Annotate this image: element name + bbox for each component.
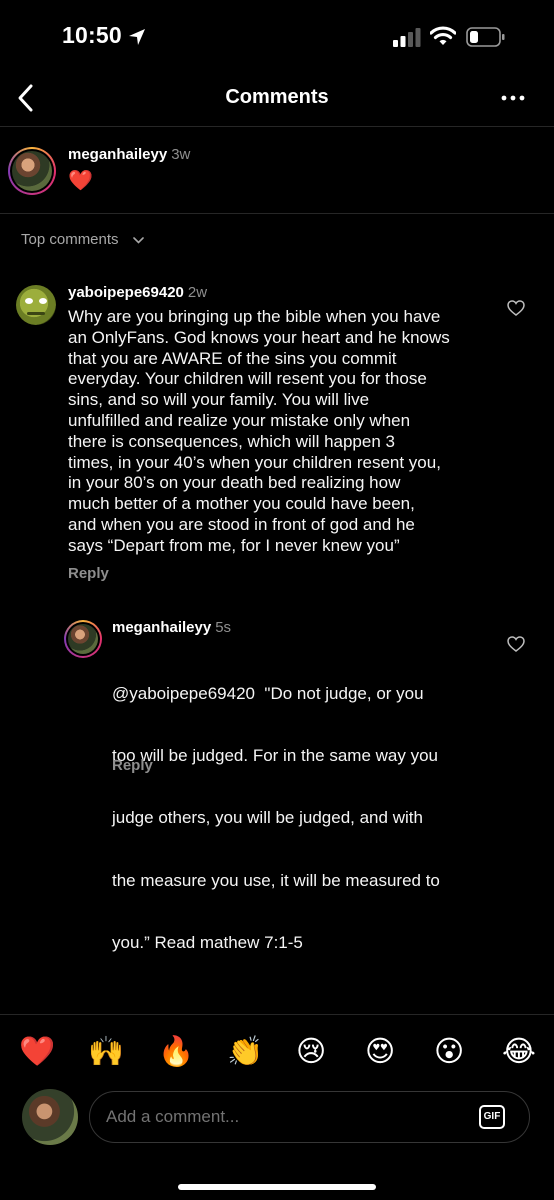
user-avatar[interactable] [22,1089,78,1145]
gif-button[interactable]: GIF [479,1105,505,1129]
cellular-signal-icon [393,28,421,47]
reaction-laughing[interactable]: 😂 [502,1033,536,1069]
wifi-icon [430,26,456,45]
reply-line: you.” Read mathew 7:1-5 [112,933,303,953]
caption-avatar[interactable] [8,147,56,195]
comment-line: times, in your 40’s when your children r… [68,452,441,472]
reaction-surprised[interactable]: 😮 [434,1033,464,1069]
header-divider [0,126,554,127]
page-title: Comments [225,86,329,108]
comment-line: an OnlyFans. God knows your heart and he… [68,327,450,347]
sort-dropdown[interactable]: Top comments [21,231,144,248]
reply-line: judge others, you will be judged, and wi… [112,808,423,828]
comment-line: there is consequences, which will happen… [68,431,395,451]
reaction-fire[interactable]: 🔥 [158,1033,194,1069]
caption-header: meganhaileyy 3w [68,146,190,164]
comment-line: sins, and so will your family. You will … [68,390,370,410]
reaction-heart[interactable]: ❤️ [19,1033,55,1069]
chevron-down-icon [132,236,144,244]
sort-label: Top comments [21,231,119,248]
caption-divider [0,213,554,214]
battery-icon [466,27,505,47]
status-time: 10:50 [62,22,122,48]
reply-username[interactable]: meganhaileyy [112,619,211,636]
comment-line: Why are you bringing up the bible when y… [68,307,441,326]
reply-avatar[interactable] [64,620,102,658]
comment-line: much better of a mother you could have b… [68,494,415,514]
comment-username[interactable]: yaboipepe69420 [68,284,184,301]
reply-header: meganhaileyy 5s [112,619,231,637]
reply-button[interactable]: Reply [68,565,109,582]
comment-line: unfulfilled and realize your mistake onl… [68,410,411,430]
comment-input-placeholder: Add a comment... [106,1107,240,1126]
comment-text: Why are you bringing up the bible when y… [68,307,498,557]
comment-input[interactable]: Add a comment... GIF [89,1091,530,1143]
reaction-heart-eyes[interactable]: 😍 [365,1033,395,1069]
reply-to-reply-button[interactable]: Reply [112,757,153,774]
reaction-raised-hands[interactable]: 🙌 [88,1033,124,1069]
reaction-crying[interactable]: 😢 [296,1033,326,1069]
reply-line: @yaboipepe69420 "Do not judge, or you [112,683,424,703]
reply-time: 5s [215,619,232,636]
emoji-reaction-bar: ❤️ 🙌 🔥 👏 😢 😍 😮 😂 [0,1033,554,1069]
caption-text: ❤️ [68,168,93,192]
reply-like-heart-icon[interactable] [507,636,525,652]
comment-header: yaboipepe69420 2w [68,284,207,302]
location-arrow-icon [129,29,145,45]
more-options-icon[interactable] [498,90,528,106]
reply-line: the measure you use, it will be measured… [112,870,440,890]
like-heart-icon[interactable] [507,300,525,316]
comment-time: 2w [187,284,208,301]
reply-text: @yaboipepe69420 "Do not judge, or you to… [112,642,502,975]
comment-line: that you are AWARE of the sins you commi… [68,348,397,368]
caption-username[interactable]: meganhaileyy [68,146,167,163]
reaction-clapping[interactable]: 👏 [227,1033,263,1069]
caption-time: 3w [171,146,191,163]
home-indicator [178,1184,376,1190]
commenter-avatar[interactable] [16,285,56,325]
comment-line: in your 80’s on your death bed realizing… [68,473,401,493]
comment-line: everyday. Your children will resent you … [68,369,427,389]
comment-line: says “Depart from me, for I never knew y… [68,535,400,555]
comment-line: and when you are stood in front of god a… [68,514,415,534]
reply-line: too will be judged. For in the same way … [112,745,439,765]
composer-divider [0,1014,554,1015]
